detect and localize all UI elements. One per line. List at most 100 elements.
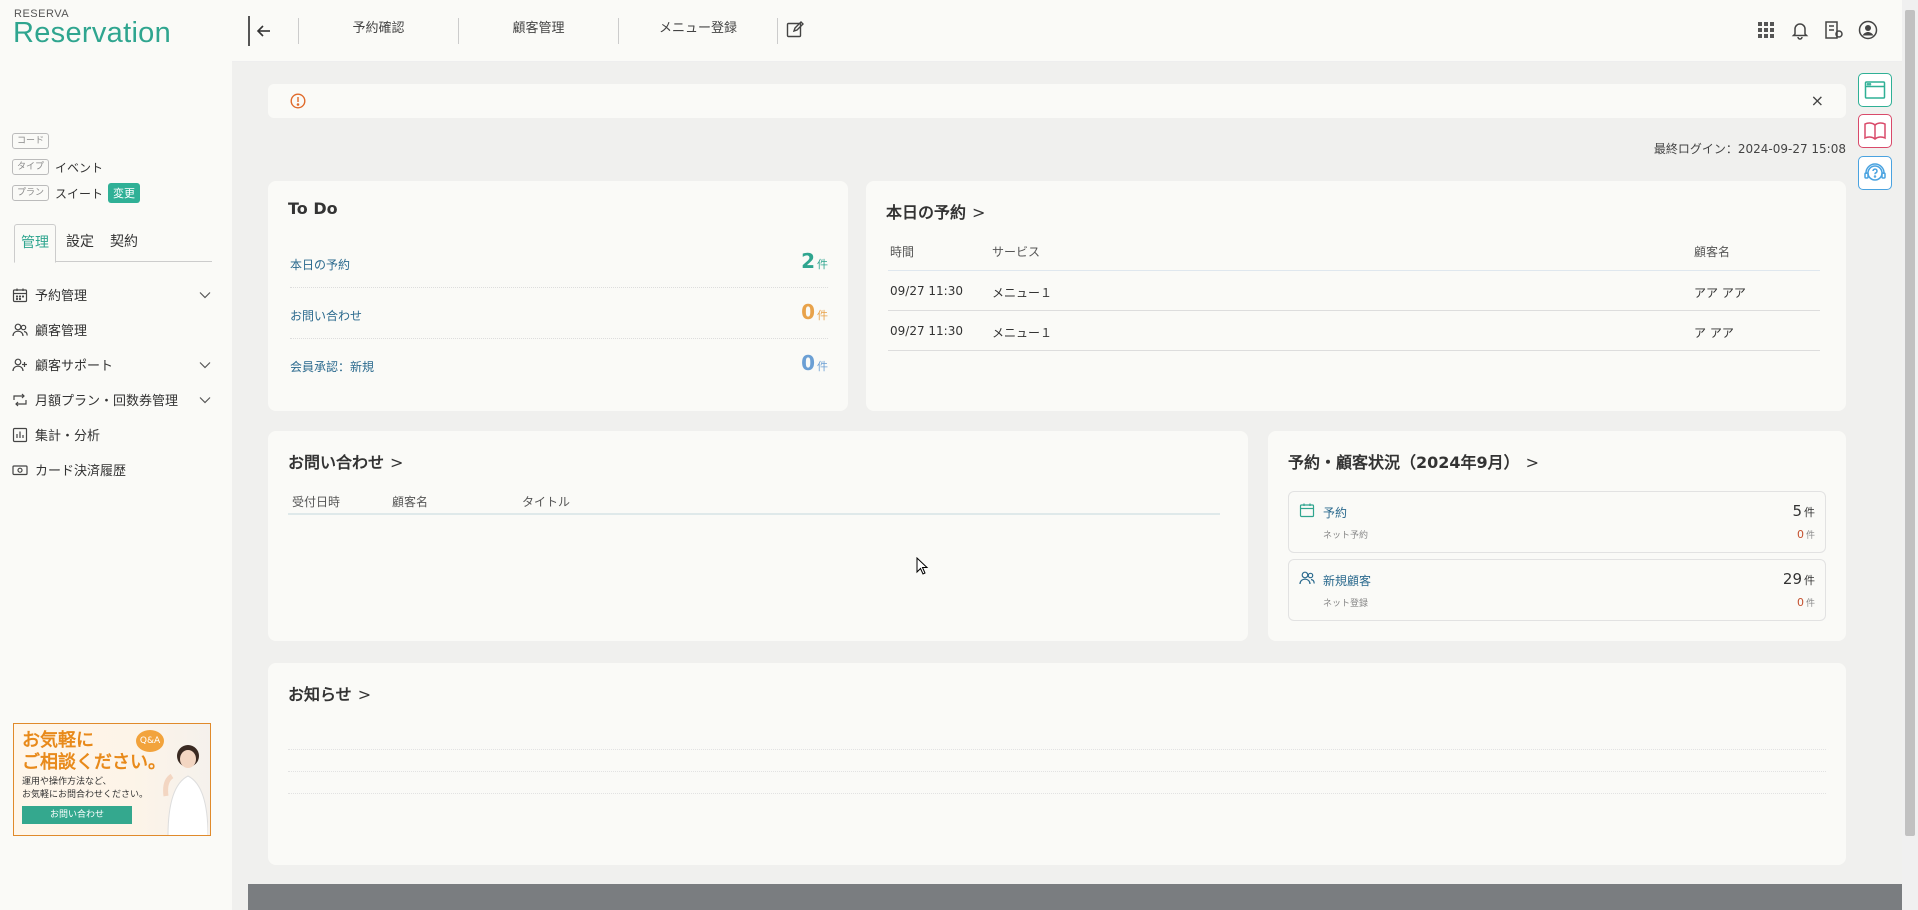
sidebar-item-reservations[interactable]: 予約管理 <box>12 277 212 312</box>
stat-reservations[interactable]: 予約 ネット予約 5件 0件 <box>1288 491 1826 553</box>
stat-value-number: 5 <box>1792 502 1802 520</box>
cell-time: 09/27 11:30 <box>890 324 963 338</box>
sidebar-item-support[interactable]: 顧客サポート <box>12 347 212 382</box>
tab-manage[interactable]: 管理 <box>14 224 56 263</box>
last-login: 最終ログイン：2024-09-27 15:08 <box>1653 142 1846 156</box>
stat-name: 新規顧客 <box>1323 574 1372 588</box>
change-plan-button[interactable]: 変更 <box>108 183 141 203</box>
todo-count: 2件 <box>801 249 828 273</box>
account-meta: コード タイプ イベント プラン スイート 変更 <box>12 128 212 206</box>
stat-value: 5件 <box>1792 502 1815 520</box>
scroll-thumb[interactable] <box>1905 10 1915 836</box>
header-icons <box>1742 20 1878 40</box>
sidebar-item-card-history[interactable]: カード決済履歴 <box>12 452 212 487</box>
manual-button[interactable] <box>1858 114 1892 148</box>
bar-chart-icon <box>12 427 28 442</box>
sidebar-item-label: 顧客管理 <box>35 324 88 339</box>
stat-subvalue-number: 0 <box>1796 596 1804 609</box>
stat-name: 予約 <box>1323 506 1348 520</box>
todo-unit: 件 <box>817 258 828 271</box>
cell-service: メニュー１ <box>992 326 1053 340</box>
meta-value: イベント <box>55 160 104 175</box>
news-title[interactable]: お知らせ > <box>288 681 371 705</box>
grid-icon[interactable] <box>1756 20 1776 40</box>
sidebar: RESERVA Reservation コード タイプ イベント プラン スイー… <box>0 0 232 910</box>
todo-title: To Do <box>288 199 338 218</box>
todo-count: 0件 <box>801 351 828 375</box>
table-header: 受付日時 顧客名 タイトル <box>288 493 1220 515</box>
todo-label: 本日の予約 <box>290 258 351 272</box>
meta-tag: タイプ <box>12 159 50 175</box>
banner-title-line2: ご相談ください。 <box>22 752 166 773</box>
chevron-right-icon: > <box>1525 453 1540 472</box>
tab-settings[interactable]: 設定 <box>60 224 100 261</box>
today-title-text: 本日の予約 <box>886 203 967 222</box>
browser-button[interactable] <box>1858 73 1892 107</box>
money-icon <box>12 464 28 475</box>
divider <box>288 793 1826 794</box>
todo-count-value: 2 <box>801 249 815 273</box>
banner-contact-button[interactable]: お問い合わせ <box>22 806 132 824</box>
banner-text-line1: 運用や操作方法など、 <box>22 777 112 787</box>
brand-logo[interactable]: Reservation <box>13 17 171 50</box>
calendar-icon <box>1299 503 1315 518</box>
stat-unit: 件 <box>1804 574 1815 587</box>
banner-text: 運用や操作方法など、 お気軽にお問合わせください。 <box>22 776 148 802</box>
todo-item[interactable]: 会員承認：新規 0件 <box>290 339 828 390</box>
chevron-right-icon: > <box>357 685 372 704</box>
chevron-down-icon[interactable] <box>198 393 212 407</box>
sidebar-item-label: 顧客サポート <box>35 359 114 374</box>
nav-reservation-check[interactable]: 予約確認 <box>298 18 458 44</box>
footer <box>248 884 1902 910</box>
stat-new-customers[interactable]: 新規顧客 ネット登録 29 件 0件 <box>1288 559 1826 621</box>
banner-text-line2: お気軽にお問合わせください。 <box>22 790 149 800</box>
todo-count-value: 0 <box>801 300 815 324</box>
sidebar-item-analytics[interactable]: 集計・分析 <box>12 417 212 452</box>
close-icon[interactable]: × <box>1811 91 1824 110</box>
todo-label: お問い合わせ <box>290 309 363 323</box>
inquiries-title-text: お問い合わせ <box>288 453 385 472</box>
today-title[interactable]: 本日の予約 > <box>886 199 985 223</box>
edit-icon[interactable] <box>786 21 804 39</box>
table-row[interactable]: 09/27 11:30 メニュー１ ア アア <box>888 311 1820 351</box>
building-settings-icon[interactable] <box>1824 20 1844 40</box>
chevron-down-icon[interactable] <box>198 358 212 372</box>
vertical-scrollbar[interactable] <box>1902 0 1918 910</box>
inquiries-card: お問い合わせ > 受付日時 顧客名 タイトル <box>268 431 1248 641</box>
users-icon <box>12 323 28 336</box>
stat-subvalue: 0件 <box>1797 528 1815 541</box>
col-customer: 顧客名 <box>392 495 429 509</box>
col-title: タイトル <box>522 495 571 509</box>
chevron-right-icon: > <box>972 203 986 222</box>
top-header: 予約確認 顧客管理 メニュー登録 <box>232 0 1902 62</box>
col-service: サービス <box>992 245 1041 259</box>
stat-subvalue: 0件 <box>1797 596 1815 609</box>
support-button[interactable] <box>1858 156 1892 190</box>
col-received: 受付日時 <box>292 495 341 509</box>
todo-card: To Do 本日の予約 2件 お問い合わせ 0件 会員承認：新規 0件 <box>268 181 848 411</box>
todo-label: 会員承認：新規 <box>290 360 375 374</box>
account-icon[interactable] <box>1858 20 1878 40</box>
meta-plan: プラン スイート 変更 <box>12 180 212 206</box>
todo-item[interactable]: 本日の予約 2件 <box>290 237 828 288</box>
table-row[interactable]: 09/27 11:30 メニュー１ アア アア <box>888 271 1820 311</box>
inquiries-title[interactable]: お問い合わせ > <box>288 449 403 473</box>
cell-time: 09/27 11:30 <box>890 284 963 298</box>
meta-code: コード <box>12 128 212 154</box>
repeat-icon <box>13 393 27 406</box>
collapse-sidebar-button[interactable] <box>248 16 278 46</box>
nav-menu-registration[interactable]: メニュー登録 <box>618 18 778 44</box>
chevron-down-icon[interactable] <box>198 288 212 302</box>
stat-subunit: 件 <box>1805 599 1815 609</box>
todo-unit: 件 <box>817 309 828 322</box>
nav-customer-management[interactable]: 顧客管理 <box>458 18 618 44</box>
sidebar-item-plans[interactable]: 月額プラン・回数券管理 <box>12 382 212 417</box>
bell-icon[interactable] <box>1790 20 1810 40</box>
sidebar-item-label: カード決済履歴 <box>35 464 127 479</box>
contact-banner[interactable]: お気軽に ご相談ください。 Q&A 運用や操作方法など、 お気軽にお問合わせくだ… <box>13 723 211 836</box>
tab-contract[interactable]: 契約 <box>104 224 144 261</box>
header-nav: 予約確認 顧客管理 メニュー登録 <box>298 18 778 44</box>
status-title[interactable]: 予約・顧客状況（2024年9月） > <box>1288 449 1539 473</box>
sidebar-item-customers[interactable]: 顧客管理 <box>12 312 212 347</box>
todo-item[interactable]: お問い合わせ 0件 <box>290 288 828 339</box>
